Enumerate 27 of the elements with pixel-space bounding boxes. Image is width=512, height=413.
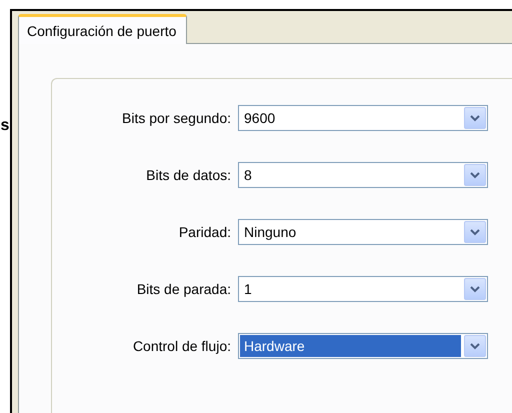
field-label: Control de flujo: xyxy=(132,338,232,354)
dropdown[interactable]: 1 xyxy=(238,276,488,302)
chevron-down-icon xyxy=(470,286,480,292)
field-label: Paridad: xyxy=(178,224,232,240)
chevron-down-icon xyxy=(470,228,480,236)
dropdown[interactable]: Ninguno xyxy=(238,219,488,245)
dropdown-button[interactable] xyxy=(464,335,486,357)
dropdown-button[interactable] xyxy=(464,107,486,129)
dropdown[interactable]: 8 xyxy=(238,162,488,188)
dropdown[interactable]: 9600 xyxy=(238,105,488,131)
field-label: Bits de parada: xyxy=(136,281,232,297)
tab[interactable]: Configuración de puerto xyxy=(18,14,188,44)
dropdown-value: 8 xyxy=(243,166,253,185)
dropdown-button[interactable] xyxy=(464,278,486,300)
chevron-down-icon xyxy=(470,172,480,178)
cut-text: s xyxy=(0,116,10,136)
dropdown-value: Ninguno xyxy=(243,223,298,242)
dropdown[interactable]: Hardware xyxy=(238,333,488,359)
chevron-down-icon xyxy=(470,114,480,122)
dropdown-button[interactable] xyxy=(464,164,486,186)
dropdown-value: 1 xyxy=(243,280,253,299)
dropdown-value: 9600 xyxy=(243,109,276,128)
field-label: Bits por segundo: xyxy=(121,110,232,126)
dropdown-button[interactable] xyxy=(464,221,486,243)
field-label: Bits de datos: xyxy=(145,167,232,183)
dropdown-value: Hardware xyxy=(240,335,461,357)
chevron-down-icon xyxy=(470,342,480,350)
